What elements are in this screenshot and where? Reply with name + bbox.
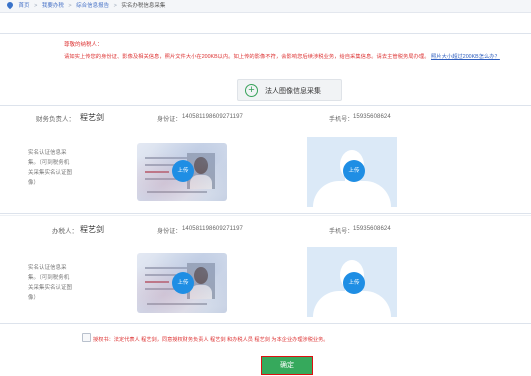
finance-id-label: 身份证： bbox=[157, 117, 182, 123]
breadcrumb-home[interactable]: 首页 bbox=[19, 3, 30, 9]
authorization-statement: 授权书：法定代表人 程艺剑，同意授权财务负责人 程艺剑 和办税人员 程艺剑 为本… bbox=[93, 337, 329, 343]
plus-circle-icon: + bbox=[245, 84, 258, 97]
avatar-body-silhouette bbox=[313, 181, 391, 207]
realname-side-label: 实名认证信息采集。（可到税务机关采集实名认证图像） bbox=[28, 265, 73, 301]
breadcrumb: 首页 > 我要办税 > 综合信息报告 > 实名办税信息采集 bbox=[0, 0, 531, 13]
finance-phone-value: 15935608624 bbox=[353, 114, 391, 120]
id-card-number-strip bbox=[147, 303, 207, 305]
finance-id-upload-button[interactable]: 上传 bbox=[172, 160, 194, 182]
agent-id-value: 140581198609271197 bbox=[182, 226, 243, 232]
breadcrumb-separator: > bbox=[68, 3, 72, 9]
divider bbox=[0, 215, 531, 216]
breadcrumb-separator: > bbox=[34, 3, 38, 9]
avatar-body-silhouette bbox=[313, 291, 391, 317]
breadcrumb-info-report[interactable]: 综合信息报告 bbox=[76, 3, 109, 9]
id-card-number-strip bbox=[147, 191, 207, 193]
notice-body: 请如实上传您的身份证、影像及相关信息，照片文件大小在200KB以内。如上传的影像… bbox=[64, 53, 524, 62]
agent-id-upload-button[interactable]: 上传 bbox=[172, 272, 194, 294]
divider bbox=[0, 213, 531, 214]
collect-button-label: 法人图像信息采集 bbox=[265, 88, 321, 95]
collect-legal-person-image-button[interactable]: + 法人图像信息采集 bbox=[237, 79, 342, 101]
agent-role-label: 办税人： bbox=[52, 228, 78, 235]
agent-portrait-upload-button[interactable]: 上传 bbox=[343, 272, 365, 294]
divider bbox=[0, 105, 531, 106]
breadcrumb-separator: > bbox=[113, 3, 117, 9]
authorization-checkbox[interactable] bbox=[82, 333, 91, 342]
breadcrumb-current: 实名办税信息采集 bbox=[121, 3, 166, 9]
photo-size-help-link[interactable]: 照片大小超过200KB怎么办？ bbox=[431, 54, 500, 60]
finance-name: 程艺剑 bbox=[80, 113, 104, 122]
finance-phone-label: 手机号： bbox=[329, 117, 354, 123]
finance-id-value: 140581198609271197 bbox=[182, 114, 243, 120]
notice-text: 请如实上传您的身份证、影像及相关信息，照片文件大小在200KB以内。如上传的影像… bbox=[64, 54, 430, 60]
agent-id-label: 身份证： bbox=[157, 229, 182, 235]
realname-side-label: 实名认证信息采集。（可到税务机关采集实名认证图像） bbox=[28, 150, 73, 186]
finance-portrait-upload-button[interactable]: 上传 bbox=[343, 160, 365, 182]
divider bbox=[0, 323, 531, 324]
confirm-button[interactable]: 确定 bbox=[261, 356, 313, 375]
agent-phone-value: 15935608624 bbox=[353, 226, 391, 232]
divider bbox=[0, 33, 531, 34]
notice-title: 尊敬的纳税人： bbox=[64, 42, 103, 48]
finance-role-label: 财务负责人： bbox=[36, 116, 75, 123]
breadcrumb-tax-service[interactable]: 我要办税 bbox=[42, 3, 64, 9]
agent-name: 程艺剑 bbox=[80, 225, 104, 234]
agent-phone-label: 手机号： bbox=[329, 229, 354, 235]
location-pin-icon bbox=[5, 0, 15, 10]
